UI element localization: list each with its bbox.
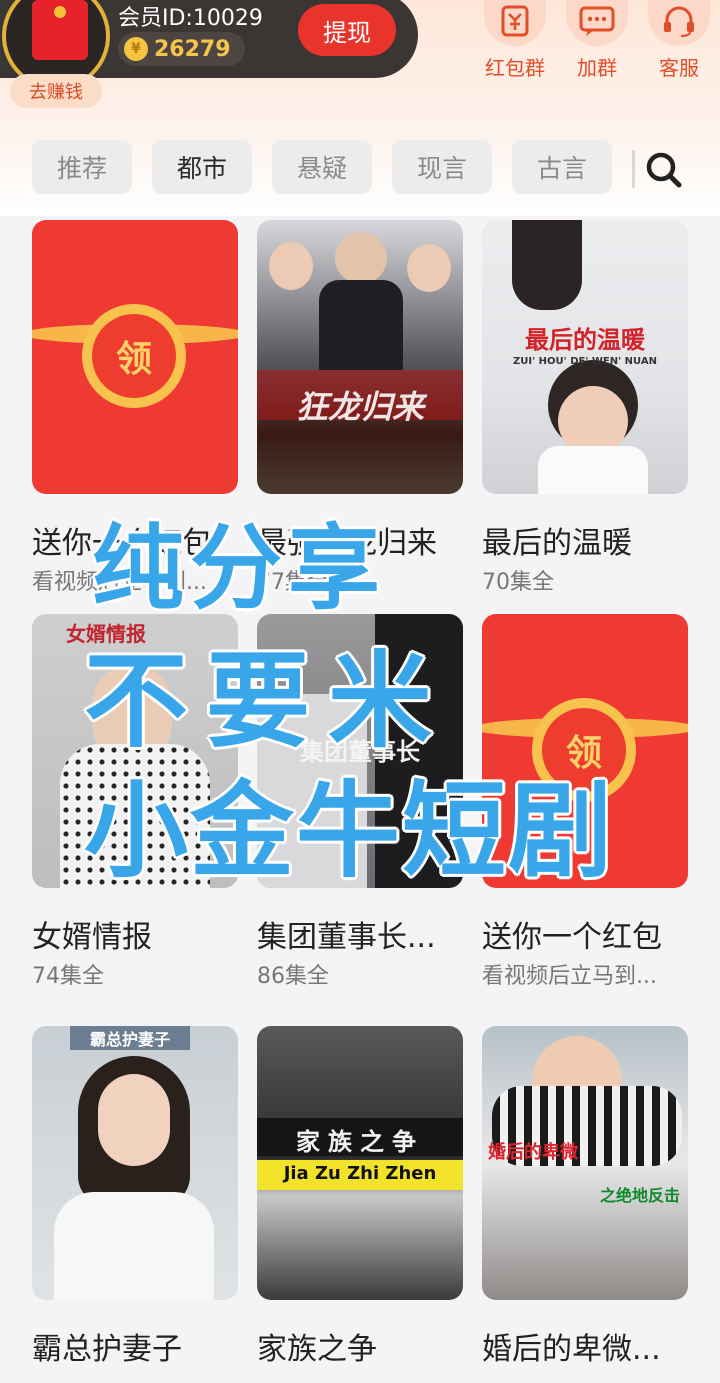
card-subtitle: 看视频后立马到... [482,964,657,989]
poster-title: 狂龙归来 [295,388,424,426]
poster-thumbnail: 家族之争 Jia Zu Zhi Zhen [257,1026,463,1300]
tab-recommend[interactable]: 推荐 [32,140,132,194]
card-title: 婚后的卑微... [482,1332,661,1367]
poster-thumbnail: 霸总护妻子 [32,1026,238,1300]
card-title: 最后的温暖 [482,526,632,561]
poster-thumbnail: 狂龙归来 [257,220,463,494]
headset-icon [648,0,710,46]
poster-title: 婚后的卑微 [488,1142,578,1163]
seal-label: 领 [542,708,626,792]
poster-title: 女婿情报 [66,622,146,646]
red-envelope-group-button[interactable]: 红包群 [474,0,556,88]
poster-title: 最后的温暖 [525,326,645,354]
join-group-button[interactable]: 加群 [556,0,638,88]
card-title: 集团董事长... [257,920,436,955]
chat-bubble-icon [566,0,628,46]
drama-card[interactable]: 领 送你一个红包 看视频后立马到... [482,614,688,989]
customer-service-button[interactable]: 客服 [638,0,720,88]
category-tabs: 推荐 都市 悬疑 现言 古言 [32,140,632,194]
action-label: 客服 [659,56,699,80]
top-actions: 红包群 加群 客服 [474,0,720,88]
tab-modern-romance[interactable]: 现言 [392,140,492,194]
card-subtitle: 看视频后立马到... [32,570,207,595]
card-subtitle: 74集全 [32,964,104,989]
drama-card[interactable]: 最后的温暖 ZUI' HOU' DE' WEN' NUAN 最后的温暖 70集全 [482,220,688,595]
tab-ancient-romance[interactable]: 古言 [512,140,612,194]
poster-subtitle: 之绝地反击 [599,1186,680,1205]
card-title: 送你一个红包 [32,526,212,561]
card-title: 家族之争 [257,1332,377,1367]
drama-card[interactable]: 集团董事长 集团董事长... 86集全 [257,614,463,989]
red-packet-thumbnail: 领 [482,614,688,888]
member-id: 会员ID:10029 [118,6,263,31]
card-title: 女婿情报 [32,920,152,955]
drama-card[interactable]: 狂龙归来 最强狂龙归来 77集全 [257,220,463,595]
coin-value: 26279 [154,36,231,62]
coin-balance: ¥ 26279 [118,32,245,66]
action-label: 加群 [577,56,617,80]
header: 会员ID:10029 ¥ 26279 提现 去赚钱 红包群 加群 客服 推荐 都… [0,0,720,216]
poster-thumbnail: 女婿情报 [32,614,238,888]
card-title: 最强狂龙归来 [257,526,437,561]
red-envelope-icon [484,0,546,46]
card-subtitle: 86集全 [257,964,329,989]
coin-icon: ¥ [124,37,148,61]
poster-title: 霸总护妻子 [70,1026,190,1050]
tab-city[interactable]: 都市 [152,140,252,194]
drama-card[interactable]: 女婿情报 女婿情报 74集全 [32,614,238,989]
seal-label: 领 [92,314,176,398]
red-envelope-icon [32,0,88,60]
poster-thumbnail: 婚后的卑微 之绝地反击 [482,1026,688,1300]
poster-subtitle: Jia Zu Zhi Zhen [283,1163,437,1184]
card-subtitle: 77集全 [257,570,329,595]
card-title: 霸总护妻子 [32,1332,182,1367]
earn-money-button[interactable]: 去赚钱 [10,74,102,108]
red-packet-thumbnail: 领 [32,220,238,494]
action-label: 红包群 [485,56,545,80]
drama-card[interactable]: 婚后的卑微 之绝地反击 婚后的卑微... [482,1026,688,1367]
search-icon[interactable] [642,148,686,192]
poster-thumbnail: 集团董事长 [257,614,463,888]
card-title: 送你一个红包 [482,920,662,955]
drama-card[interactable]: 家族之争 Jia Zu Zhi Zhen 家族之争 [257,1026,463,1367]
poster-title: 家族之争 [296,1128,424,1156]
withdraw-button[interactable]: 提现 [298,4,396,56]
poster-subtitle: ZUI' HOU' DE' WEN' NUAN [513,356,657,367]
drama-card[interactable]: 霸总护妻子 霸总护妻子 [32,1026,238,1367]
poster-title: 集团董事长 [300,738,420,766]
tab-suspense[interactable]: 悬疑 [272,140,372,194]
tab-divider [632,150,635,188]
card-subtitle: 70集全 [482,570,554,595]
drama-card[interactable]: 领 送你一个红包 看视频后立马到... [32,220,238,595]
app-screen: 会员ID:10029 ¥ 26279 提现 去赚钱 红包群 加群 客服 推荐 都… [0,0,720,1383]
poster-thumbnail: 最后的温暖 ZUI' HOU' DE' WEN' NUAN [482,220,688,494]
